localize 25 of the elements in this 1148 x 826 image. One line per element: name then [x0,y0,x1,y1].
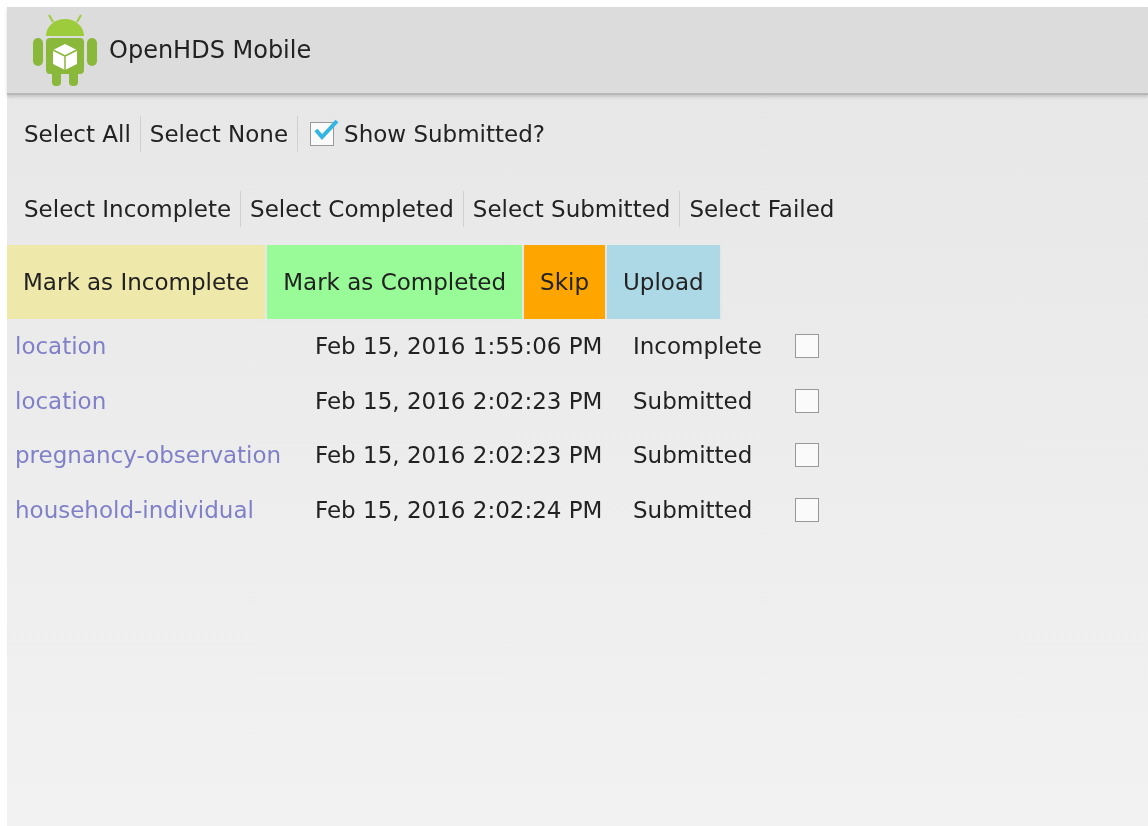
action-button[interactable]: Mark as Completed [267,245,525,319]
app-title: OpenHDS Mobile [109,36,312,64]
select-button[interactable]: Select Incomplete [15,188,241,230]
select-button[interactable]: Select Submitted [463,188,680,230]
checkbox[interactable] [795,334,819,359]
status-cell-text: Incomplete [633,333,763,360]
status-cell-text: Submitted [633,387,754,414]
date-cell-text: Feb 15, 2016 2:02:23 PM [315,442,604,469]
select-button[interactable]: Select Failed [680,188,844,230]
date-cell-text: Feb 15, 2016 2:02:23 PM [315,387,604,414]
select-button[interactable]: Select None [140,113,298,155]
date-cell-text: Feb 15, 2016 2:02:24 PM [315,496,604,523]
action-button[interactable]: Skip [524,245,607,319]
checkbox[interactable] [795,497,819,522]
checkbox[interactable] [795,388,819,413]
checkbox-label: Show Submitted? [344,121,545,147]
select-button[interactable]: Select All [15,113,140,155]
action-button[interactable]: Mark as Incomplete [7,245,268,319]
action-button[interactable]: Upload [607,245,722,319]
status-cell-text: Submitted [633,496,754,523]
checkbox[interactable] [795,443,819,468]
status-cell-text: Submitted [633,442,754,469]
date-cell-text: Feb 15, 2016 1:55:06 PM [315,333,604,360]
android-logo-icon [33,14,97,86]
select-button[interactable]: Select Completed [241,188,463,230]
